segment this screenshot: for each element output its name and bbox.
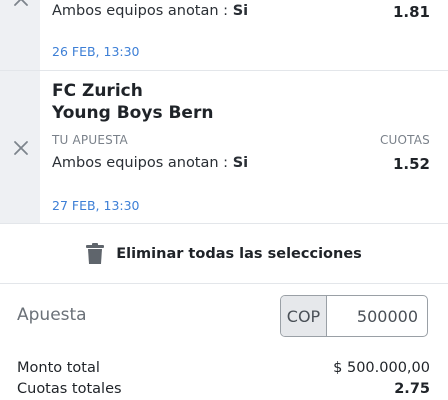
event-date: 27 FEB, 13:30: [52, 198, 140, 213]
market-pick: Si: [232, 155, 249, 171]
trash-icon: [86, 242, 105, 265]
selection-body: FC Zurich Young Boys Bern TU APUESTA CUO…: [52, 71, 430, 223]
bet-column-label: TU APUESTA: [52, 133, 128, 147]
close-icon[interactable]: [13, 0, 29, 7]
bet-selection-card: FC Zurich Young Boys Bern TU APUESTA CUO…: [0, 71, 448, 224]
stake-value: 500000: [356, 307, 418, 326]
total-amount-value: $ 500.000,00: [333, 360, 430, 376]
odds-column-label: CUOTAS: [379, 133, 430, 147]
bet-selection-card: Ambos equipos anotan : Si 1.81 26 FEB, 1…: [0, 0, 448, 71]
stake-label: Apuesta: [17, 305, 87, 325]
market-pick: Si: [232, 3, 249, 19]
selection-body: Ambos equipos anotan : Si 1.81 26 FEB, 1…: [52, 0, 430, 70]
remove-column: [0, 71, 40, 223]
stake-currency: COP: [281, 296, 327, 336]
stake-input[interactable]: COP 500000: [280, 295, 428, 337]
selection-odds: 1.52: [392, 155, 430, 173]
market-name: Ambos equipos anotan :: [52, 3, 229, 19]
event-date: 26 FEB, 13:30: [52, 44, 140, 59]
market-text: Ambos equipos anotan : Si: [52, 155, 248, 171]
total-amount-label: Monto total: [17, 360, 100, 376]
stake-row: Apuesta COP 500000: [0, 285, 448, 345]
away-team: Young Boys Bern: [52, 103, 214, 123]
total-odds-label: Cuotas totales: [17, 381, 122, 397]
market-name: Ambos equipos anotan :: [52, 155, 229, 171]
selection-odds: 1.81: [392, 3, 430, 21]
close-icon[interactable]: [13, 140, 29, 156]
remove-column: [0, 0, 40, 70]
delete-all-label: Eliminar todas las selecciones: [116, 245, 362, 262]
market-text: Ambos equipos anotan : Si: [52, 3, 248, 19]
total-odds-value: 2.75: [394, 381, 430, 397]
home-team: FC Zurich: [52, 81, 143, 101]
delete-all-selections-button[interactable]: Eliminar todas las selecciones: [0, 224, 448, 284]
